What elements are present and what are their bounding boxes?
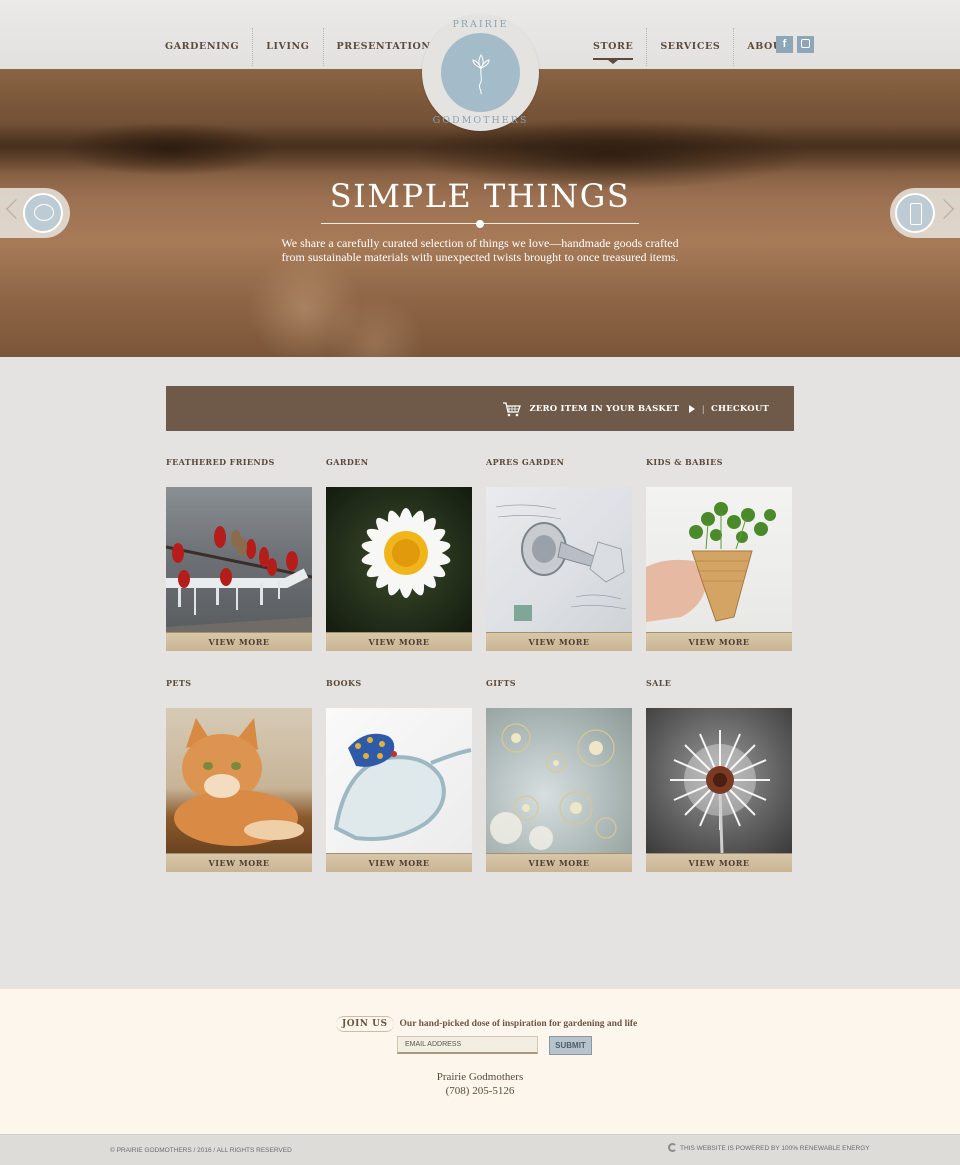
instagram-icon[interactable] (797, 36, 814, 53)
renewable-energy-text: THIS WEBSITE IS POWERED BY 100% RENEWABL… (680, 1145, 870, 1153)
view-more-button[interactable]: VIEW MORE (166, 632, 312, 651)
logo-top-text: PRAIRIE (452, 19, 509, 30)
category-label-kids-babies: KIDS & BABIES (646, 457, 723, 467)
sprout-cone-image (646, 487, 792, 632)
dandelion-image (646, 708, 792, 853)
nav-item-gardening[interactable]: GARDENING (152, 39, 252, 55)
category-card-apres-garden[interactable]: VIEW MORE (486, 487, 632, 651)
daisy-image (326, 487, 472, 632)
category-card-garden[interactable]: VIEW MORE (326, 487, 472, 651)
view-more-button[interactable]: VIEW MORE (326, 853, 472, 872)
renewable-energy-notice: THIS WEBSITE IS POWERED BY 100% RENEWABL… (668, 1143, 870, 1153)
shopping-cart-icon (503, 402, 522, 417)
category-label-pets: PETS (166, 678, 192, 688)
category-card-sale[interactable]: VIEW MORE (646, 708, 792, 872)
submit-button[interactable]: SUBMIT (549, 1036, 592, 1055)
nav-item-store[interactable]: STORE (580, 39, 646, 64)
social-links: f (776, 36, 814, 53)
nav-item-services[interactable]: SERVICES (647, 39, 733, 55)
category-card-gifts[interactable]: VIEW MORE (486, 708, 632, 872)
glass-knob-image (486, 487, 632, 632)
speech-bubble-icon (23, 193, 63, 233)
company-phone[interactable]: (708) 205-5126 (0, 1085, 960, 1097)
category-label-sale: SALE (646, 678, 672, 688)
bottom-bar: © PRAIRIE GODMOTHERS / 2016 / ALL RIGHTS… (0, 1134, 960, 1165)
cat-eye-glasses-image (326, 708, 472, 853)
company-name: Prairie Godmothers (436, 1071, 524, 1083)
hero-next-button[interactable] (890, 188, 960, 238)
hero-description: We share a carefully curated selection o… (281, 236, 679, 264)
category-card-pets[interactable]: VIEW MORE (166, 708, 312, 872)
view-more-button[interactable]: VIEW MORE (646, 632, 792, 651)
copyright-text: © PRAIRIE GODMOTHERS / 2016 / ALL RIGHTS… (110, 1147, 292, 1154)
checkout-link[interactable]: CHECKOUT (711, 404, 769, 414)
view-more-button[interactable]: VIEW MORE (486, 632, 632, 651)
view-more-button[interactable]: VIEW MORE (326, 632, 472, 651)
newsletter-tagline: Our hand-picked dose of inspiration for … (399, 1019, 638, 1029)
category-label-feathered-friends: FEATHERED FRIENDS (166, 457, 275, 467)
chevron-right-icon (934, 199, 954, 219)
newsletter-section: JOIN US Our hand-picked dose of inspirat… (0, 988, 960, 1134)
cat-image (166, 708, 312, 853)
logo-emblem (441, 33, 520, 112)
hero-divider-dot (476, 220, 484, 228)
category-label-gifts: GIFTS (486, 678, 516, 688)
site-logo[interactable]: PRAIRIE GODMOTHERS (422, 14, 539, 131)
category-label-books: BOOKS (326, 678, 362, 688)
hero-title: SIMPLE THINGS (329, 177, 631, 215)
beaded-lace-image (486, 708, 632, 853)
play-arrow-icon (689, 405, 696, 413)
category-card-books[interactable]: VIEW MORE (326, 708, 472, 872)
nav-item-living[interactable]: LIVING (253, 39, 322, 55)
logo-bottom-text: GODMOTHERS (432, 115, 529, 126)
nav-right: STORE SERVICES ABOUT (580, 28, 803, 66)
view-more-button[interactable]: VIEW MORE (166, 853, 312, 872)
view-more-button[interactable]: VIEW MORE (486, 853, 632, 872)
category-card-feathered-friends[interactable]: VIEW MORE (166, 487, 312, 651)
basket-bar: ZERO ITEM IN YOUR BASKET | CHECKOUT (166, 386, 794, 431)
flower-icon (472, 54, 490, 95)
recycle-icon (668, 1143, 677, 1152)
hero-prev-button[interactable] (0, 188, 70, 238)
cardinals-image (166, 487, 312, 632)
basket-status[interactable]: ZERO ITEM IN YOUR BASKET (529, 404, 679, 414)
join-us-badge: JOIN US (336, 1016, 394, 1032)
nav-left: GARDENING LIVING PRESENTATIONS (152, 28, 451, 66)
category-label-apres-garden: APRES GARDEN (486, 457, 565, 467)
category-label-garden: GARDEN (326, 457, 369, 467)
email-field[interactable] (397, 1036, 538, 1054)
category-card-kids-babies[interactable]: VIEW MORE (646, 487, 792, 651)
facebook-icon[interactable]: f (776, 36, 793, 53)
phone-icon (895, 193, 935, 233)
view-more-button[interactable]: VIEW MORE (646, 853, 792, 872)
hero-texture (0, 124, 960, 174)
basket-separator: | (702, 404, 705, 414)
